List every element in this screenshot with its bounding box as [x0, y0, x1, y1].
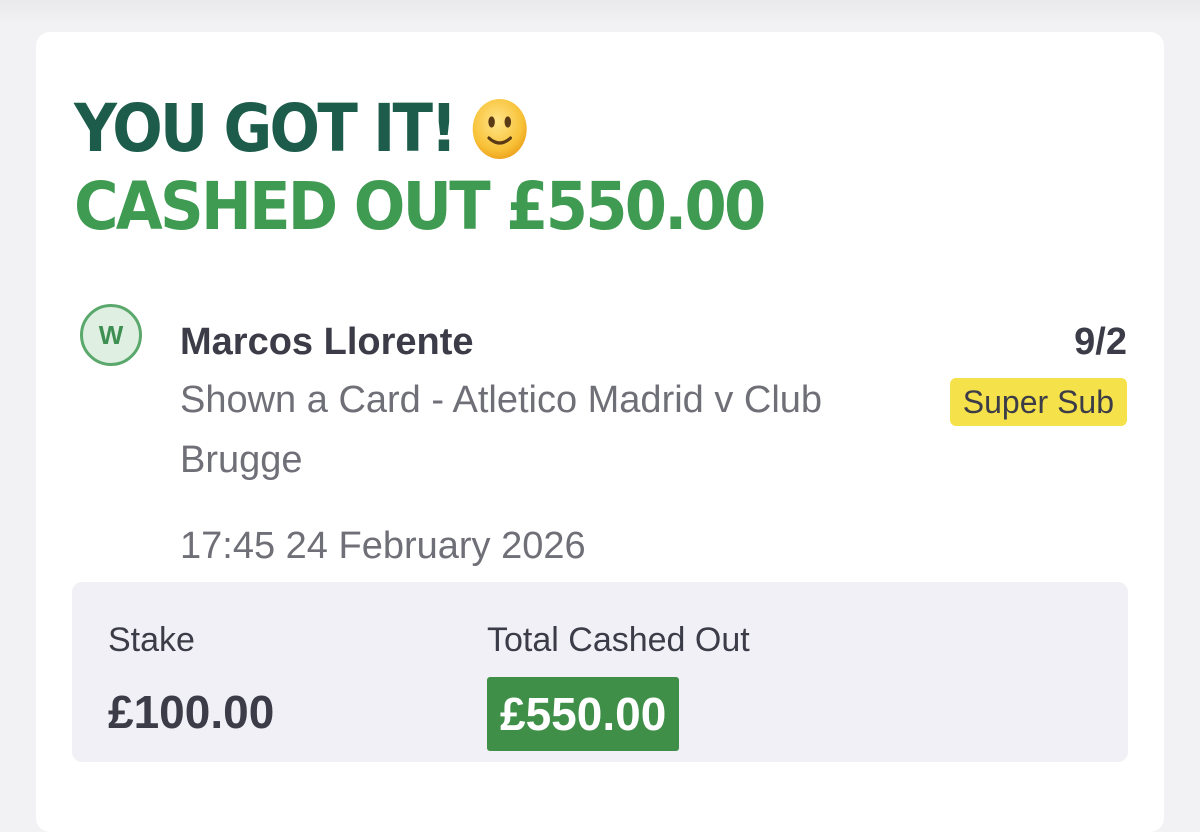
win-status-icon: W — [80, 304, 142, 366]
cashed-out-headline: CASHED OUT £550.00 — [74, 168, 766, 245]
slightly-smiling-face-icon — [472, 99, 527, 159]
stake-label: Stake — [108, 621, 195, 659]
selection-datetime: 17:45 24 February 2026 — [180, 525, 586, 567]
stake-value: £100.00 — [108, 686, 275, 738]
bet-summary-panel: Stake £100.00 Total Cashed Out £550.00 — [72, 582, 1128, 762]
selection-name: Marcos Llorente — [180, 321, 474, 363]
top-shadow — [0, 0, 1200, 24]
super-sub-badge: Super Sub — [949, 378, 1127, 426]
headline-text: YOU GOT IT! — [74, 90, 457, 167]
total-cashed-out-value: £550.00 — [487, 677, 680, 751]
bet-receipt-card: YOU GOT IT! CASHED OUT £550.00 W Marcos … — [36, 32, 1164, 832]
headline: YOU GOT IT! CASHED OUT £550.00 — [74, 90, 823, 246]
total-cashed-out-label: Total Cashed Out — [487, 621, 750, 659]
selection-market: Shown a Card - Atletico Madrid v Club Br… — [180, 379, 823, 481]
headline-line1: YOU GOT IT! — [74, 90, 749, 168]
odds: 9/2 — [1074, 321, 1127, 363]
